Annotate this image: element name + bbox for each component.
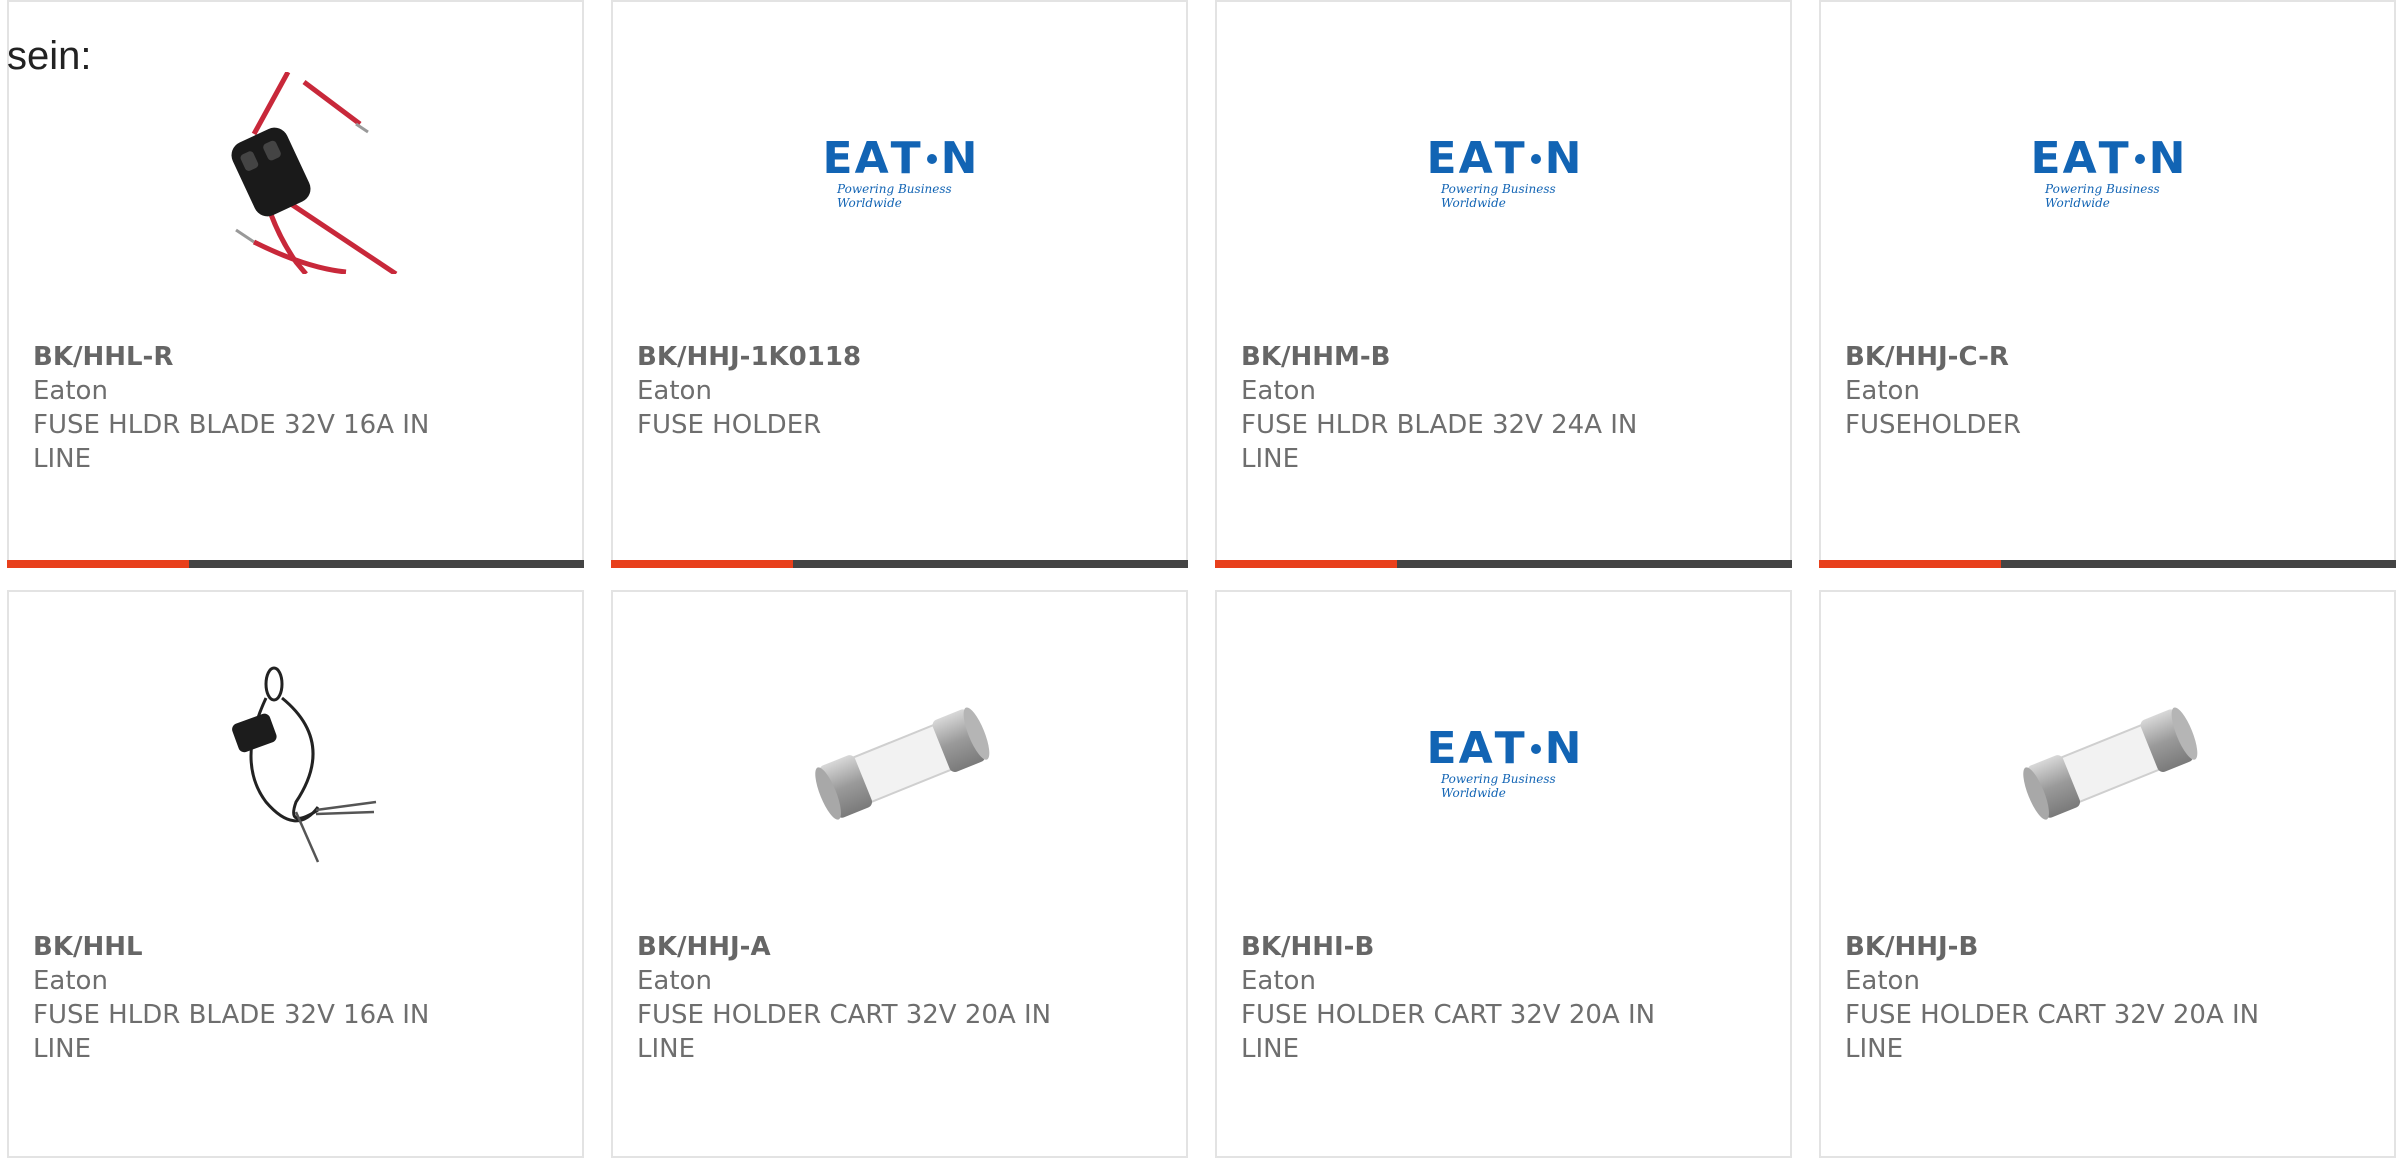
- part-number-link[interactable]: BK/HHL-R: [33, 340, 473, 374]
- description: FUSE HLDR BLADE 32V 24A IN LINE: [1241, 410, 1638, 474]
- part-number-link[interactable]: BK/HHJ-A: [637, 930, 1077, 964]
- cartridge-fuse-icon: [2023, 707, 2198, 820]
- card-bar: [611, 560, 1188, 568]
- product-info: BK/HHJ-A Eaton FUSE HOLDER CART 32V 20A …: [637, 930, 1077, 1066]
- product-info: BK/HHJ-1K0118 Eaton FUSE HOLDER: [637, 340, 1077, 442]
- product-info: BK/HHL Eaton FUSE HLDR BLADE 32V 16A IN …: [33, 930, 473, 1066]
- part-number-link[interactable]: BK/HHJ-B: [1845, 930, 2285, 964]
- manufacturer: Eaton: [1845, 966, 1920, 996]
- description: FUSE HLDR BLADE 32V 16A IN LINE: [33, 410, 430, 474]
- part-number-link[interactable]: BK/HHJ-C-R: [1845, 340, 2285, 374]
- manufacturer: Eaton: [33, 966, 108, 996]
- card-bar: [1215, 560, 1792, 568]
- manufacturer: Eaton: [637, 376, 712, 406]
- product-info: BK/HHL-R Eaton FUSE HLDR BLADE 32V 16A I…: [33, 340, 473, 476]
- intro-text: sein:: [7, 34, 92, 78]
- card-bar: [7, 560, 584, 568]
- description: FUSE HOLDER CART 32V 20A IN LINE: [1241, 1000, 1656, 1064]
- product-card[interactable]: EATN Powering Business Worldwide BK/HHJ-…: [1819, 0, 2396, 568]
- description: FUSE HOLDER CART 32V 20A IN LINE: [637, 1000, 1052, 1064]
- fuse-holder-black-icon: [232, 666, 377, 863]
- logo-tagline: Powering Business Worldwide: [2045, 182, 2160, 210]
- eaton-logo-icon: EATN Powering Business Worldwide: [1405, 726, 1605, 801]
- product-image[interactable]: EATN Powering Business Worldwide: [1404, 72, 1606, 274]
- product-card[interactable]: EATN Powering Business Worldwide BK/HHI-…: [1215, 590, 1792, 1158]
- product-image[interactable]: EATN Powering Business Worldwide: [800, 72, 1002, 274]
- product-image[interactable]: EATN Powering Business Worldwide: [2008, 72, 2210, 274]
- product-image[interactable]: [196, 662, 398, 864]
- product-image[interactable]: EATN Powering Business Worldwide: [1404, 662, 1606, 864]
- product-image[interactable]: [2008, 662, 2210, 864]
- product-card[interactable]: BK/HHJ-B Eaton FUSE HOLDER CART 32V 20A …: [1819, 590, 2396, 1158]
- manufacturer: Eaton: [1241, 376, 1316, 406]
- card-bar-accent: [1215, 560, 1397, 568]
- logo-tagline: Powering Business Worldwide: [837, 182, 952, 210]
- product-info: BK/HHJ-B Eaton FUSE HOLDER CART 32V 20A …: [1845, 930, 2285, 1066]
- description: FUSE HOLDER CART 32V 20A IN LINE: [1845, 1000, 2260, 1064]
- part-number-link[interactable]: BK/HHM-B: [1241, 340, 1681, 374]
- product-info: BK/HHJ-C-R Eaton FUSEHOLDER: [1845, 340, 2285, 442]
- part-number-link[interactable]: BK/HHJ-1K0118: [637, 340, 1077, 374]
- product-image[interactable]: [800, 662, 1002, 864]
- eaton-logo-icon: EATN Powering Business Worldwide: [801, 136, 1001, 211]
- card-bar-accent: [1819, 560, 2001, 568]
- cartridge-fuse-icon: [815, 707, 990, 820]
- product-image[interactable]: [196, 72, 398, 274]
- product-card[interactable]: BK/HHL-R Eaton FUSE HLDR BLADE 32V 16A I…: [7, 0, 584, 568]
- product-info: BK/HHI-B Eaton FUSE HOLDER CART 32V 20A …: [1241, 930, 1681, 1066]
- eaton-logo-icon: EATN Powering Business Worldwide: [2009, 136, 2209, 211]
- manufacturer: Eaton: [1845, 376, 1920, 406]
- manufacturer: Eaton: [637, 966, 712, 996]
- eaton-logo-icon: EATN Powering Business Worldwide: [1405, 136, 1605, 211]
- logo-tagline: Powering Business Worldwide: [1441, 772, 1556, 800]
- part-number-link[interactable]: BK/HHI-B: [1241, 930, 1681, 964]
- card-bar-accent: [7, 560, 189, 568]
- product-info: BK/HHM-B Eaton FUSE HLDR BLADE 32V 24A I…: [1241, 340, 1681, 476]
- description: FUSE HLDR BLADE 32V 16A IN LINE: [33, 1000, 430, 1064]
- card-bar-accent: [611, 560, 793, 568]
- product-card[interactable]: EATN Powering Business Worldwide BK/HHM-…: [1215, 0, 1792, 568]
- description: FUSEHOLDER: [1845, 410, 2021, 440]
- card-bar: [1819, 560, 2396, 568]
- product-card[interactable]: BK/HHJ-A Eaton FUSE HOLDER CART 32V 20A …: [611, 590, 1188, 1158]
- part-number-link[interactable]: BK/HHL: [33, 930, 473, 964]
- description: FUSE HOLDER: [637, 410, 822, 440]
- product-card[interactable]: BK/HHL Eaton FUSE HLDR BLADE 32V 16A IN …: [7, 590, 584, 1158]
- product-card[interactable]: EATN Powering Business Worldwide BK/HHJ-…: [611, 0, 1188, 568]
- manufacturer: Eaton: [1241, 966, 1316, 996]
- fuse-holder-red-icon: [231, 72, 398, 274]
- manufacturer: Eaton: [33, 376, 108, 406]
- logo-tagline: Powering Business Worldwide: [1441, 182, 1556, 210]
